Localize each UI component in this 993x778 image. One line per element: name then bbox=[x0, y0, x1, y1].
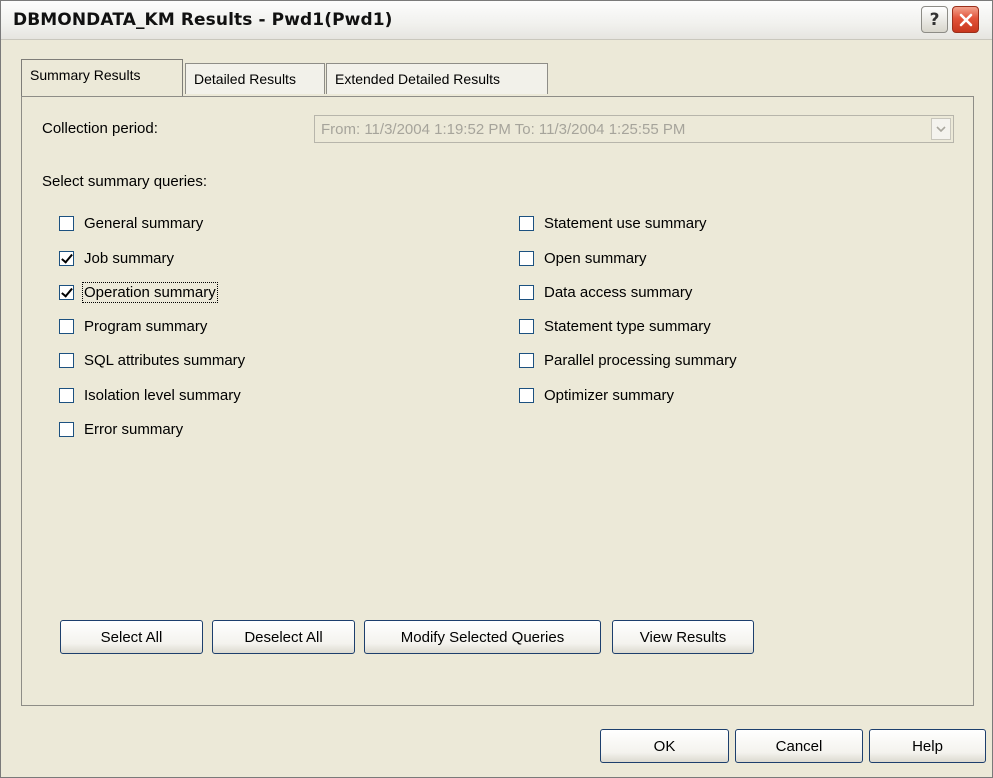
deselect-all-button[interactable]: Deselect All bbox=[212, 620, 355, 654]
checkbox-statement-type-summary[interactable]: Statement type summary bbox=[519, 315, 711, 337]
checkbox-box[interactable] bbox=[519, 215, 534, 231]
checkbox-label: Statement type summary bbox=[544, 317, 711, 335]
tab-summary-results[interactable]: Summary Results bbox=[21, 59, 183, 96]
checkbox-label: Parallel processing summary bbox=[544, 351, 737, 369]
title-bar[interactable]: DBMONDATA_KM Results - Pwd1(Pwd1) ? bbox=[1, 1, 992, 40]
results-dialog: DBMONDATA_KM Results - Pwd1(Pwd1) ? Summ… bbox=[0, 0, 993, 778]
select-all-button[interactable]: Select All bbox=[60, 620, 203, 654]
checkbox-isolation-level-summary[interactable]: Isolation level summary bbox=[59, 384, 241, 406]
view-results-button[interactable]: View Results bbox=[612, 620, 754, 654]
tab-label: Detailed Results bbox=[194, 71, 296, 87]
checkbox-error-summary[interactable]: Error summary bbox=[59, 418, 183, 440]
window-title: DBMONDATA_KM Results - Pwd1(Pwd1) bbox=[13, 10, 393, 30]
checkbox-label: Job summary bbox=[84, 249, 175, 267]
checkbox-box[interactable] bbox=[59, 284, 74, 300]
checkbox-box[interactable] bbox=[59, 387, 74, 403]
checkbox-optimizer-summary[interactable]: Optimizer summary bbox=[519, 384, 674, 406]
checkbox-program-summary[interactable]: Program summary bbox=[59, 315, 207, 337]
checkbox-open-summary[interactable]: Open summary bbox=[519, 247, 647, 269]
checkbox-label: SQL attributes summary bbox=[84, 351, 246, 369]
select-queries-label: Select summary queries: bbox=[42, 173, 208, 190]
help-icon: ? bbox=[929, 9, 940, 30]
help-button[interactable]: Help bbox=[869, 729, 986, 763]
checkbox-box[interactable] bbox=[59, 250, 74, 266]
checkbox-label: Operation summary bbox=[82, 281, 218, 303]
checkbox-box[interactable] bbox=[519, 387, 534, 403]
tab-label: Summary Results bbox=[30, 67, 141, 83]
collection-period-value: From: 11/3/2004 1:19:52 PM To: 11/3/2004… bbox=[321, 121, 686, 138]
checkbox-box[interactable] bbox=[519, 284, 534, 300]
checkbox-box[interactable] bbox=[59, 318, 74, 334]
checkbox-box[interactable] bbox=[519, 318, 534, 334]
checkbox-general-summary[interactable]: General summary bbox=[59, 212, 203, 234]
checkbox-box[interactable] bbox=[59, 352, 74, 368]
collection-period-label: Collection period: bbox=[42, 120, 158, 137]
tab-detailed-results[interactable]: Detailed Results bbox=[185, 63, 325, 94]
modify-selected-queries-button[interactable]: Modify Selected Queries bbox=[364, 620, 601, 654]
checkbox-box[interactable] bbox=[519, 352, 534, 368]
checkbox-label: Open summary bbox=[544, 249, 647, 267]
checkbox-label: Isolation level summary bbox=[84, 386, 241, 404]
checkbox-label: Data access summary bbox=[544, 283, 693, 301]
checkbox-data-access-summary[interactable]: Data access summary bbox=[519, 281, 692, 303]
collection-period-select[interactable]: From: 11/3/2004 1:19:52 PM To: 11/3/2004… bbox=[314, 115, 954, 143]
checkbox-box[interactable] bbox=[59, 215, 74, 231]
checkbox-sql-attributes-summary[interactable]: SQL attributes summary bbox=[59, 349, 245, 371]
tab-extended-detailed-results[interactable]: Extended Detailed Results bbox=[326, 63, 548, 94]
checkbox-label: Program summary bbox=[84, 317, 208, 335]
summary-results-panel: Collection period: From: 11/3/2004 1:19:… bbox=[21, 96, 974, 706]
ok-button[interactable]: OK bbox=[600, 729, 729, 763]
checkbox-parallel-processing-summary[interactable]: Parallel processing summary bbox=[519, 349, 737, 371]
checkbox-box[interactable] bbox=[59, 421, 74, 437]
checkbox-label: Optimizer summary bbox=[544, 386, 675, 404]
checkbox-statement-use-summary[interactable]: Statement use summary bbox=[519, 212, 707, 234]
dropdown-arrow-button[interactable] bbox=[931, 118, 951, 140]
close-icon bbox=[959, 13, 972, 26]
help-title-button[interactable]: ? bbox=[921, 6, 948, 33]
checkbox-box[interactable] bbox=[519, 250, 534, 266]
checkbox-job-summary[interactable]: Job summary bbox=[59, 247, 174, 269]
checkbox-label: Error summary bbox=[84, 420, 184, 438]
chevron-down-icon bbox=[936, 126, 946, 132]
tab-label: Extended Detailed Results bbox=[335, 71, 500, 87]
cancel-button[interactable]: Cancel bbox=[735, 729, 863, 763]
checkbox-label: Statement use summary bbox=[544, 214, 707, 232]
checkbox-operation-summary[interactable]: Operation summary bbox=[59, 281, 218, 303]
close-button[interactable] bbox=[952, 6, 979, 33]
checkbox-label: General summary bbox=[84, 214, 204, 232]
